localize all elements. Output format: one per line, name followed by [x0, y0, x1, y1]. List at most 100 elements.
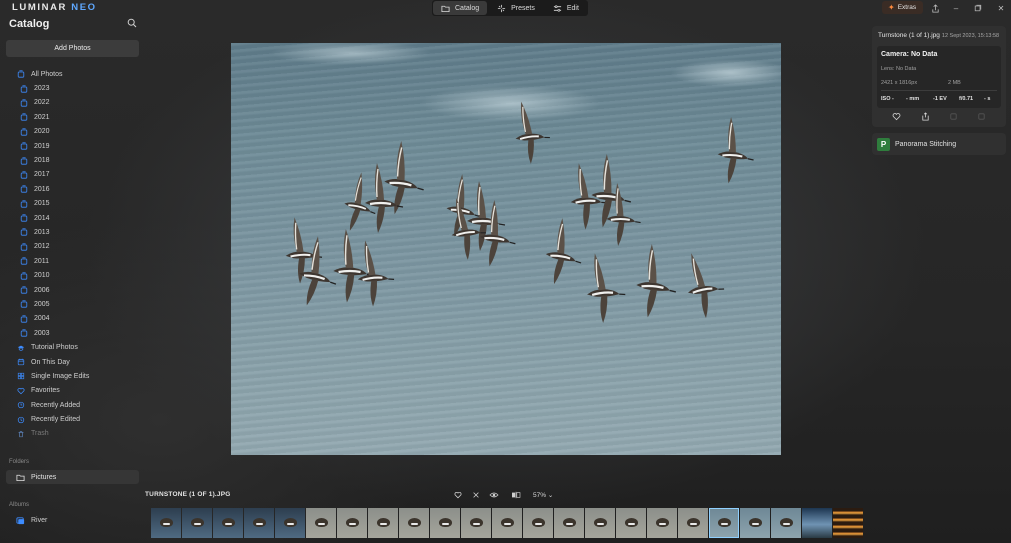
- minimize-icon[interactable]: –: [950, 2, 962, 14]
- filmstrip-thumbnail[interactable]: [430, 508, 460, 538]
- compare-icon[interactable]: [977, 112, 986, 121]
- sidebar-item-year-2003[interactable]: 2003: [0, 326, 145, 340]
- photo-stack-icon: [20, 142, 28, 150]
- filmstrip-thumbnail[interactable]: [461, 508, 491, 538]
- thumbnail-bird: [687, 518, 700, 527]
- filmstrip-thumbnail[interactable]: [709, 508, 739, 538]
- filmstrip-thumbnail[interactable]: [306, 508, 336, 538]
- sidebar-item-year-2021[interactable]: 2021: [0, 110, 145, 124]
- heart-icon[interactable]: [892, 112, 901, 121]
- sidebar-item-year-2023[interactable]: 2023: [0, 81, 145, 95]
- zoom-dropdown[interactable]: 57% ⌄: [533, 491, 553, 499]
- main-photo-turnstones[interactable]: [231, 43, 781, 455]
- sidebar-item-single-image-edits[interactable]: Single Image Edits: [0, 369, 145, 383]
- filmstrip-thumbnail[interactable]: [182, 508, 212, 538]
- sidebar-item-year-2016[interactable]: 2016: [0, 182, 145, 196]
- filmstrip-thumbnail[interactable]: [275, 508, 305, 538]
- filmstrip-thumbnail[interactable]: [368, 508, 398, 538]
- filmstrip-thumbnail[interactable]: [678, 508, 708, 538]
- sidebar-item-year-2010[interactable]: 2010: [0, 268, 145, 282]
- filmstrip: [151, 508, 863, 538]
- share-icon[interactable]: [929, 2, 941, 14]
- extras-button[interactable]: ✦ Extras: [882, 1, 923, 14]
- app-logo: LUMINAR NEO: [12, 2, 97, 14]
- filmstrip-thumbnail[interactable]: [337, 508, 367, 538]
- filmstrip-thumbnail[interactable]: [771, 508, 801, 538]
- thumbnail-bird: [284, 518, 297, 527]
- search-icon[interactable]: [127, 18, 137, 28]
- tab-edit[interactable]: Edit: [545, 1, 587, 15]
- filmstrip-thumbnail[interactable]: [554, 508, 584, 538]
- dimensions-label: 2421 x 1816px: [881, 80, 918, 86]
- sidebar-item-year-2017[interactable]: 2017: [0, 168, 145, 182]
- sidebar-item-tutorial-photos[interactable]: Tutorial Photos: [0, 340, 145, 354]
- filmstrip-thumbnail[interactable]: [833, 508, 863, 538]
- thumbnail-bird: [315, 518, 328, 527]
- calendar-icon: [17, 358, 25, 366]
- sidebar-item-year-2022[interactable]: 2022: [0, 96, 145, 110]
- panorama-badge-icon: P: [877, 137, 890, 151]
- catalog-sidebar: Catalog Add Photos All Photos 2023 2022 20…: [0, 16, 145, 543]
- thumbnail-bird: [346, 518, 359, 527]
- sidebar-item-river[interactable]: River: [6, 513, 139, 527]
- filmstrip-thumbnail[interactable]: [616, 508, 646, 538]
- sidebar-item-favorites[interactable]: Favorites: [0, 384, 145, 398]
- info-actions: [872, 112, 1006, 122]
- exif-panel: Camera: No Data Lens: No Data 2421 x 181…: [877, 46, 1001, 108]
- add-photos-button[interactable]: Add Photos: [6, 40, 139, 57]
- sidebar-item-year-2014[interactable]: 2014: [0, 211, 145, 225]
- tab-presets[interactable]: Presets: [489, 1, 543, 15]
- compare-view-icon[interactable]: [511, 490, 521, 499]
- folder-label: Pictures: [31, 473, 57, 481]
- tab-catalog[interactable]: Catalog: [433, 1, 488, 15]
- sidebar-item-on-this-day[interactable]: On This Day: [0, 355, 145, 369]
- thumbnail-bird: [160, 518, 173, 527]
- filmstrip-thumbnail[interactable]: [647, 508, 677, 538]
- favorite-heart-icon[interactable]: [453, 490, 463, 499]
- exif-divider: [881, 90, 997, 91]
- sidebar-item-year-2004[interactable]: 2004: [0, 312, 145, 326]
- photo-stack-icon: [20, 200, 28, 208]
- eye-icon[interactable]: [489, 490, 499, 499]
- reject-x-icon[interactable]: [471, 490, 481, 499]
- chevron-down-icon: ⌄: [546, 492, 554, 499]
- maximize-icon[interactable]: [972, 2, 984, 14]
- catalog-nav: All Photos 2023 2022 2021 2020 2019 2018 2017 2…: [0, 67, 145, 441]
- close-icon[interactable]: ✕: [995, 2, 1007, 14]
- sidebar-item-label: 2023: [34, 85, 50, 93]
- sidebar-item-year-2011[interactable]: 2011: [0, 254, 145, 268]
- filmstrip-thumbnail[interactable]: [213, 508, 243, 538]
- sidebar-item-year-2005[interactable]: 2005: [0, 297, 145, 311]
- sidebar-item-year-2006[interactable]: 2006: [0, 283, 145, 297]
- panorama-stitching-button[interactable]: P Panorama Stitching: [872, 133, 1006, 155]
- mode-switcher: Catalog Presets Edit: [432, 0, 588, 16]
- lens-label: Lens: No Data: [881, 66, 917, 72]
- photo-stack-icon: [20, 171, 28, 179]
- filmstrip-thumbnail[interactable]: [492, 508, 522, 538]
- sidebar-item-trash[interactable]: Trash: [0, 427, 145, 441]
- filmstrip-thumbnail[interactable]: [523, 508, 553, 538]
- sidebar-item-year-2013[interactable]: 2013: [0, 225, 145, 239]
- current-filename: TURNSTONE (1 OF 1).JPG: [145, 491, 231, 498]
- sidebar-item-all-photos[interactable]: All Photos: [0, 67, 145, 81]
- shutter-value: - s: [984, 96, 991, 102]
- sidebar-item-recently-added[interactable]: Recently Added: [0, 398, 145, 412]
- sidebar-item-year-2018[interactable]: 2018: [0, 153, 145, 167]
- filmstrip-thumbnail[interactable]: [740, 508, 770, 538]
- folders-section-label: Folders: [9, 459, 30, 465]
- filmstrip-thumbnail[interactable]: [802, 508, 832, 538]
- filmstrip-thumbnail[interactable]: [585, 508, 615, 538]
- filmstrip-thumbnail[interactable]: [151, 508, 181, 538]
- sidebar-item-pictures[interactable]: Pictures: [6, 470, 139, 484]
- sidebar-item-label: 2016: [34, 185, 50, 193]
- sidebar-item-year-2012[interactable]: 2012: [0, 240, 145, 254]
- sidebar-item-year-2015[interactable]: 2015: [0, 197, 145, 211]
- share-icon[interactable]: [921, 112, 930, 121]
- filmstrip-thumbnail[interactable]: [244, 508, 274, 538]
- sidebar-item-recently-edited[interactable]: Recently Edited: [0, 412, 145, 426]
- copy-icon[interactable]: [949, 112, 958, 121]
- filmstrip-thumbnail[interactable]: [399, 508, 429, 538]
- sidebar-item-year-2020[interactable]: 2020: [0, 125, 145, 139]
- sidebar-item-year-2019[interactable]: 2019: [0, 139, 145, 153]
- graduation-cap-icon: [17, 345, 25, 351]
